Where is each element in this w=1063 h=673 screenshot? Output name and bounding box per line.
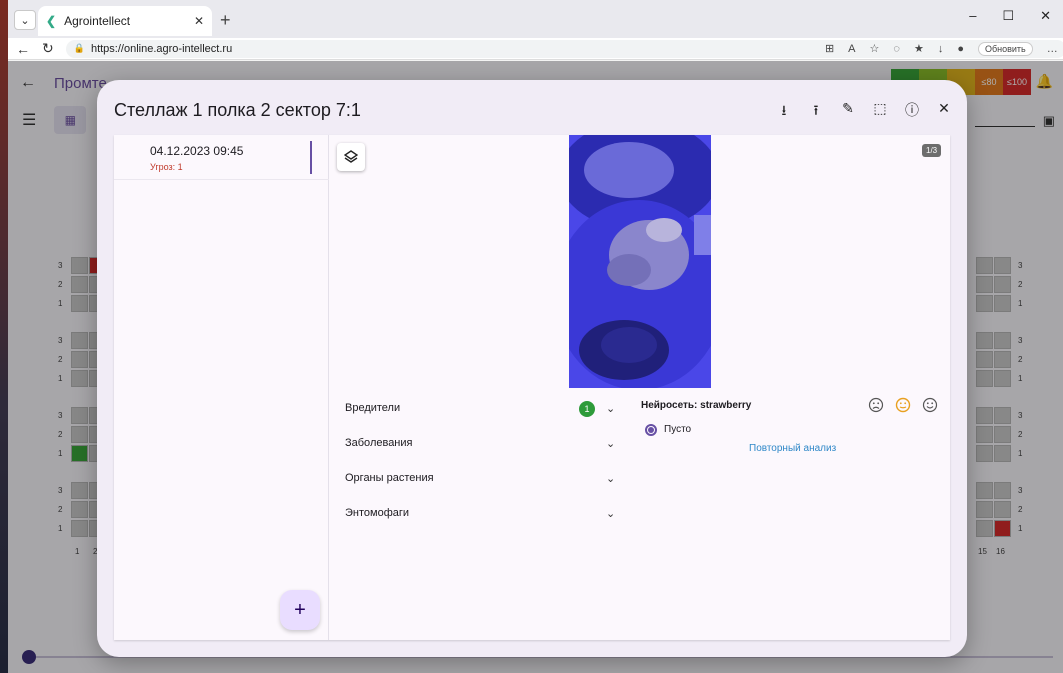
category-diseases[interactable]: Заболевания <box>345 437 413 449</box>
chevron-down-icon[interactable]: ⌄ <box>606 472 615 485</box>
favorites-icon[interactable]: ★ <box>914 42 924 55</box>
dialog-title: Стеллаж 1 полка 2 сектор 7:1 <box>114 100 361 120</box>
select-region-icon[interactable]: ⬚ <box>871 100 889 124</box>
inspection-entry[interactable]: 04.12.2023 09:45 Угроз: 1 <box>114 135 329 180</box>
pests-count-badge: 1 <box>579 401 595 417</box>
tab-strip: ⌄ ❮ Agrointellect ✕ + – ☐ ✕ <box>8 0 1063 38</box>
entry-date: 04.12.2023 09:45 <box>150 144 244 158</box>
lock-icon: 🔒 <box>73 43 85 53</box>
chevron-down-icon[interactable]: ⌄ <box>606 507 615 520</box>
add-inspection-button[interactable]: + <box>280 590 320 630</box>
maximize-icon[interactable]: ☐ <box>1002 8 1014 24</box>
close-window-icon[interactable]: ✕ <box>1040 8 1051 24</box>
download-icon[interactable]: ⭳ <box>775 100 793 124</box>
browser-tab[interactable]: ❮ Agrointellect ✕ <box>38 6 212 36</box>
update-button[interactable]: Обновить <box>977 41 1033 56</box>
reload-icon[interactable]: ↻ <box>42 40 54 57</box>
close-tab-icon[interactable]: ✕ <box>194 14 204 28</box>
new-tab-button[interactable]: + <box>220 10 231 31</box>
profile-avatar[interactable]: ● <box>957 43 964 55</box>
photo-page-indicator: 1/3 <box>922 144 942 157</box>
category-entomophages[interactable]: Энтомофаги <box>345 507 409 519</box>
extensions-icon[interactable]: ◌ <box>893 43 900 55</box>
url-field[interactable]: 🔒 https://online.agro-intellect.ru ⊞ A ☆… <box>65 39 1063 58</box>
site-favicon-icon: ❮ <box>46 14 57 28</box>
category-plant-organs[interactable]: Органы растения <box>345 472 434 484</box>
upload-icon[interactable]: ⭱ <box>807 100 825 124</box>
close-dialog-icon[interactable]: ✕ <box>935 100 953 124</box>
tab-title: Agrointellect <box>64 14 131 28</box>
selected-indicator <box>310 141 312 174</box>
happy-face-icon[interactable] <box>922 397 938 413</box>
entry-threat-count: Угроз: 1 <box>150 162 183 172</box>
downloads-icon[interactable]: ↓ <box>938 43 944 55</box>
neural-network-label: Нейросеть: strawberry <box>641 400 752 411</box>
back-icon[interactable]: ← <box>16 41 30 57</box>
more-icon[interactable]: … <box>1047 43 1058 55</box>
favorite-star-icon[interactable]: ☆ <box>870 42 880 55</box>
category-pests[interactable]: Вредители <box>345 402 400 414</box>
sad-face-icon[interactable] <box>868 397 884 413</box>
minimize-icon[interactable]: – <box>969 8 976 24</box>
edit-icon[interactable]: ✎ <box>839 100 857 124</box>
inspection-list: 04.12.2023 09:45 Угроз: 1 + <box>114 135 329 640</box>
address-bar: ← ↻ 🔒 https://online.agro-intellect.ru ⊞… <box>8 38 1063 60</box>
plant-photo[interactable] <box>569 135 711 388</box>
info-icon[interactable]: ⓘ <box>903 100 921 124</box>
read-aloud-icon[interactable]: A <box>848 43 855 55</box>
reanalyze-link[interactable]: Повторный анализ <box>749 443 836 454</box>
tab-list-button[interactable]: ⌄ <box>14 10 36 30</box>
empty-radio-button[interactable] <box>645 424 657 436</box>
sector-dialog: Стеллаж 1 полка 2 сектор 7:1 ⭳ ⭱ ✎ ⬚ ⓘ ✕… <box>97 80 967 657</box>
empty-radio-label: Пусто <box>664 424 692 435</box>
apps-icon[interactable]: ⊞ <box>825 42 834 55</box>
layers-icon[interactable] <box>337 143 365 171</box>
chevron-down-icon[interactable]: ⌄ <box>606 437 615 450</box>
url-text: https://online.agro-intellect.ru <box>90 42 233 55</box>
chevron-down-icon[interactable]: ⌄ <box>606 402 615 415</box>
dialog-content: 04.12.2023 09:45 Угроз: 1 + 1/3 Вредител… <box>114 135 950 640</box>
neutral-face-icon[interactable] <box>895 397 911 413</box>
